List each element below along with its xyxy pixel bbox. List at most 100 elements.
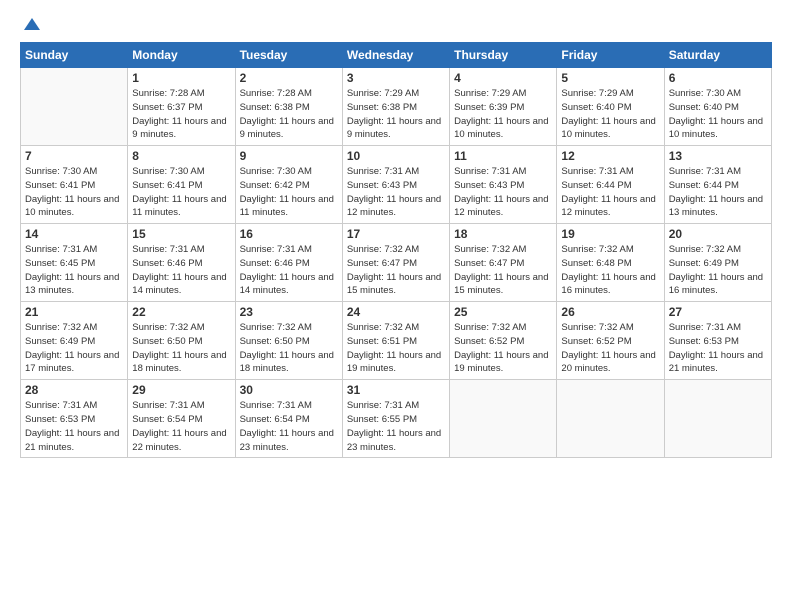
calendar-cell: 3Sunrise: 7:29 AMSunset: 6:38 PMDaylight… [342, 68, 449, 146]
calendar-cell: 11Sunrise: 7:31 AMSunset: 6:43 PMDayligh… [450, 146, 557, 224]
sunset: Sunset: 6:38 PM [347, 102, 417, 113]
sunrise: Sunrise: 7:32 AM [347, 244, 419, 255]
calendar-cell: 30Sunrise: 7:31 AMSunset: 6:54 PMDayligh… [235, 380, 342, 458]
daylight: Daylight: 11 hours and 15 minutes. [454, 272, 548, 297]
day-number: 17 [347, 227, 445, 241]
daylight: Daylight: 11 hours and 22 minutes. [132, 428, 226, 453]
sunset: Sunset: 6:45 PM [25, 258, 95, 269]
day-number: 10 [347, 149, 445, 163]
calendar-cell: 14Sunrise: 7:31 AMSunset: 6:45 PMDayligh… [21, 224, 128, 302]
day-info: Sunrise: 7:29 AMSunset: 6:38 PMDaylight:… [347, 87, 445, 142]
calendar-cell: 18Sunrise: 7:32 AMSunset: 6:47 PMDayligh… [450, 224, 557, 302]
sunrise: Sunrise: 7:32 AM [561, 244, 633, 255]
day-info: Sunrise: 7:32 AMSunset: 6:50 PMDaylight:… [132, 321, 230, 376]
week-row-3: 21Sunrise: 7:32 AMSunset: 6:49 PMDayligh… [21, 302, 772, 380]
sunset: Sunset: 6:38 PM [240, 102, 310, 113]
daylight: Daylight: 11 hours and 15 minutes. [347, 272, 441, 297]
day-info: Sunrise: 7:32 AMSunset: 6:52 PMDaylight:… [454, 321, 552, 376]
sunrise: Sunrise: 7:30 AM [240, 166, 312, 177]
day-number: 24 [347, 305, 445, 319]
daylight: Daylight: 11 hours and 23 minutes. [240, 428, 334, 453]
daylight: Daylight: 11 hours and 17 minutes. [25, 350, 119, 375]
day-info: Sunrise: 7:32 AMSunset: 6:49 PMDaylight:… [25, 321, 123, 376]
day-info: Sunrise: 7:31 AMSunset: 6:46 PMDaylight:… [132, 243, 230, 298]
day-number: 6 [669, 71, 767, 85]
week-row-4: 28Sunrise: 7:31 AMSunset: 6:53 PMDayligh… [21, 380, 772, 458]
sunset: Sunset: 6:54 PM [132, 414, 202, 425]
daylight: Daylight: 11 hours and 10 minutes. [454, 116, 548, 141]
calendar-cell: 2 Sunrise: 7:28 AMSunset: 6:38 PMDaylight… [235, 68, 342, 146]
calendar-cell: 6Sunrise: 7:30 AMSunset: 6:40 PMDaylight… [664, 68, 771, 146]
daylight: Daylight: 11 hours and 9 minutes. [132, 116, 226, 141]
daylight: Daylight: 11 hours and 10 minutes. [561, 116, 655, 141]
day-number: 5 [561, 71, 659, 85]
day-info: Sunrise: 7:28 AMSunset: 6:37 PMDaylight:… [132, 87, 230, 142]
day-number: 3 [347, 71, 445, 85]
day-number: 25 [454, 305, 552, 319]
sunrise: Sunrise: 7:32 AM [347, 322, 419, 333]
daylight: Daylight: 11 hours and 20 minutes. [561, 350, 655, 375]
day-info: Sunrise: 7:28 AMSunset: 6:38 PMDaylight:… [240, 87, 338, 142]
daylight: Daylight: 11 hours and 21 minutes. [669, 350, 763, 375]
day-number: 12 [561, 149, 659, 163]
daylight: Daylight: 11 hours and 19 minutes. [454, 350, 548, 375]
day-number: 31 [347, 383, 445, 397]
calendar-table: SundayMondayTuesdayWednesdayThursdayFrid… [20, 42, 772, 458]
weekday-saturday: Saturday [664, 43, 771, 68]
day-info: Sunrise: 7:32 AMSunset: 6:49 PMDaylight:… [669, 243, 767, 298]
sunrise: Sunrise: 7:32 AM [561, 322, 633, 333]
week-row-1: 7Sunrise: 7:30 AMSunset: 6:41 PMDaylight… [21, 146, 772, 224]
calendar-cell: 8Sunrise: 7:30 AMSunset: 6:41 PMDaylight… [128, 146, 235, 224]
daylight: Daylight: 11 hours and 12 minutes. [454, 194, 548, 219]
sunset: Sunset: 6:40 PM [561, 102, 631, 113]
daylight: Daylight: 11 hours and 18 minutes. [240, 350, 334, 375]
sunrise: Sunrise: 7:31 AM [561, 166, 633, 177]
day-info: Sunrise: 7:31 AMSunset: 6:45 PMDaylight:… [25, 243, 123, 298]
week-row-2: 14Sunrise: 7:31 AMSunset: 6:45 PMDayligh… [21, 224, 772, 302]
day-info: Sunrise: 7:31 AMSunset: 6:54 PMDaylight:… [132, 399, 230, 454]
day-info: Sunrise: 7:31 AMSunset: 6:53 PMDaylight:… [25, 399, 123, 454]
sunrise: Sunrise: 7:28 AM [132, 88, 204, 99]
daylight: Daylight: 11 hours and 14 minutes. [240, 272, 334, 297]
sunrise: Sunrise: 7:31 AM [669, 322, 741, 333]
sunset: Sunset: 6:50 PM [132, 336, 202, 347]
calendar-cell [21, 68, 128, 146]
calendar-cell: 12Sunrise: 7:31 AMSunset: 6:44 PMDayligh… [557, 146, 664, 224]
sunrise: Sunrise: 7:32 AM [669, 244, 741, 255]
day-info: Sunrise: 7:32 AMSunset: 6:48 PMDaylight:… [561, 243, 659, 298]
calendar-cell: 24Sunrise: 7:32 AMSunset: 6:51 PMDayligh… [342, 302, 449, 380]
day-number: 26 [561, 305, 659, 319]
sunrise: Sunrise: 7:32 AM [454, 322, 526, 333]
sunset: Sunset: 6:41 PM [132, 180, 202, 191]
sunrise: Sunrise: 7:31 AM [347, 166, 419, 177]
weekday-monday: Monday [128, 43, 235, 68]
daylight: Daylight: 11 hours and 11 minutes. [132, 194, 226, 219]
calendar-cell: 25 Sunrise: 7:32 AMSunset: 6:52 PMDayligh… [450, 302, 557, 380]
daylight: Daylight: 11 hours and 19 minutes. [347, 350, 441, 375]
daylight: Daylight: 11 hours and 18 minutes. [132, 350, 226, 375]
sunset: Sunset: 6:55 PM [347, 414, 417, 425]
day-info: Sunrise: 7:31 AMSunset: 6:44 PMDaylight:… [669, 165, 767, 220]
daylight: Daylight: 11 hours and 12 minutes. [347, 194, 441, 219]
calendar-cell: 4Sunrise: 7:29 AMSunset: 6:39 PMDaylight… [450, 68, 557, 146]
day-number: 15 [132, 227, 230, 241]
calendar-cell: 19Sunrise: 7:32 AMSunset: 6:48 PMDayligh… [557, 224, 664, 302]
sunrise: Sunrise: 7:31 AM [132, 244, 204, 255]
header [20, 16, 772, 32]
day-info: Sunrise: 7:31 AMSunset: 6:43 PMDaylight:… [454, 165, 552, 220]
day-info: Sunrise: 7:29 AMSunset: 6:39 PMDaylight:… [454, 87, 552, 142]
sunrise: Sunrise: 7:29 AM [347, 88, 419, 99]
calendar-cell [557, 380, 664, 458]
day-number: 22 [132, 305, 230, 319]
sunset: Sunset: 6:49 PM [669, 258, 739, 269]
daylight: Daylight: 11 hours and 16 minutes. [561, 272, 655, 297]
daylight: Daylight: 11 hours and 23 minutes. [347, 428, 441, 453]
sunset: Sunset: 6:40 PM [669, 102, 739, 113]
day-number: 2 [240, 71, 338, 85]
sunrise: Sunrise: 7:31 AM [347, 400, 419, 411]
sunset: Sunset: 6:53 PM [669, 336, 739, 347]
weekday-wednesday: Wednesday [342, 43, 449, 68]
calendar-cell: 29Sunrise: 7:31 AMSunset: 6:54 PMDayligh… [128, 380, 235, 458]
calendar-cell: 16Sunrise: 7:31 AMSunset: 6:46 PMDayligh… [235, 224, 342, 302]
day-number: 30 [240, 383, 338, 397]
